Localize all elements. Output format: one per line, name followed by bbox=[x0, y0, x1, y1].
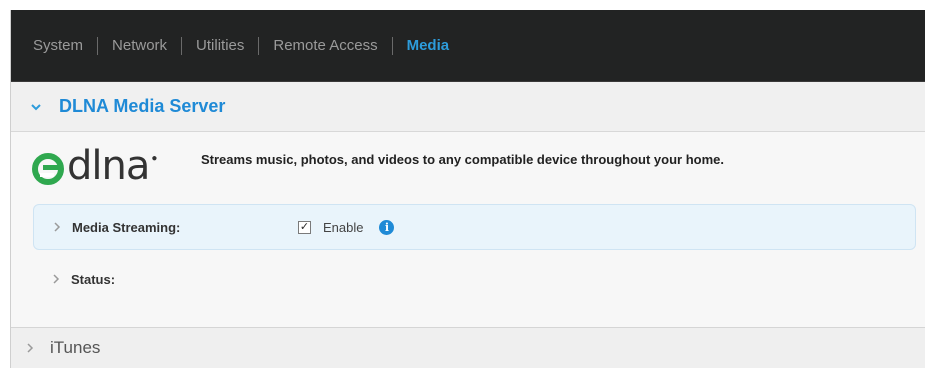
chevron-right-icon[interactable] bbox=[41, 272, 71, 287]
top-navigation: System Network Utilities Remote Access M… bbox=[11, 10, 925, 82]
nav-item-utilities[interactable]: Utilities bbox=[196, 37, 244, 54]
dlna-section-body: dlna ● Streams music, photos, and videos… bbox=[11, 132, 925, 328]
chevron-down-icon bbox=[31, 103, 41, 111]
status-row[interactable]: Status: bbox=[33, 256, 916, 302]
dlna-logo-dot: ● bbox=[151, 153, 158, 164]
info-icon[interactable]: i bbox=[379, 219, 395, 235]
nav-item-media[interactable]: Media bbox=[407, 37, 450, 54]
media-streaming-row[interactable]: Media Streaming: ✓ Enable i bbox=[33, 204, 916, 250]
dlna-section-title: DLNA Media Server bbox=[59, 96, 226, 116]
chevron-right-icon[interactable] bbox=[42, 220, 72, 235]
media-streaming-label: Media Streaming: bbox=[72, 219, 181, 235]
dlna-section-header[interactable]: DLNA Media Server bbox=[11, 82, 925, 132]
enable-label[interactable]: Enable bbox=[323, 220, 363, 235]
nav-divider bbox=[391, 36, 393, 55]
nav-divider bbox=[97, 36, 99, 55]
dlna-logo: dlna ● bbox=[31, 146, 157, 186]
nav-item-system[interactable]: System bbox=[33, 37, 83, 54]
nav-divider bbox=[258, 36, 260, 55]
itunes-section-header[interactable]: iTunes bbox=[11, 328, 925, 368]
app-frame: System Network Utilities Remote Access M… bbox=[10, 10, 925, 368]
dlna-logo-row: dlna ● bbox=[31, 146, 157, 196]
dlna-logo-mark-icon bbox=[32, 153, 64, 185]
dlna-logo-text: dlna bbox=[67, 143, 150, 189]
chevron-right-icon bbox=[27, 341, 34, 356]
nav-item-network[interactable]: Network bbox=[112, 37, 167, 54]
dlna-description: Streams music, photos, and videos to any… bbox=[201, 152, 724, 167]
enable-checkbox[interactable]: ✓ bbox=[298, 220, 311, 234]
itunes-section-title: iTunes bbox=[50, 338, 101, 357]
nav-item-remote-access[interactable]: Remote Access bbox=[273, 37, 377, 54]
status-label: Status: bbox=[71, 271, 116, 287]
nav-divider bbox=[181, 36, 183, 55]
